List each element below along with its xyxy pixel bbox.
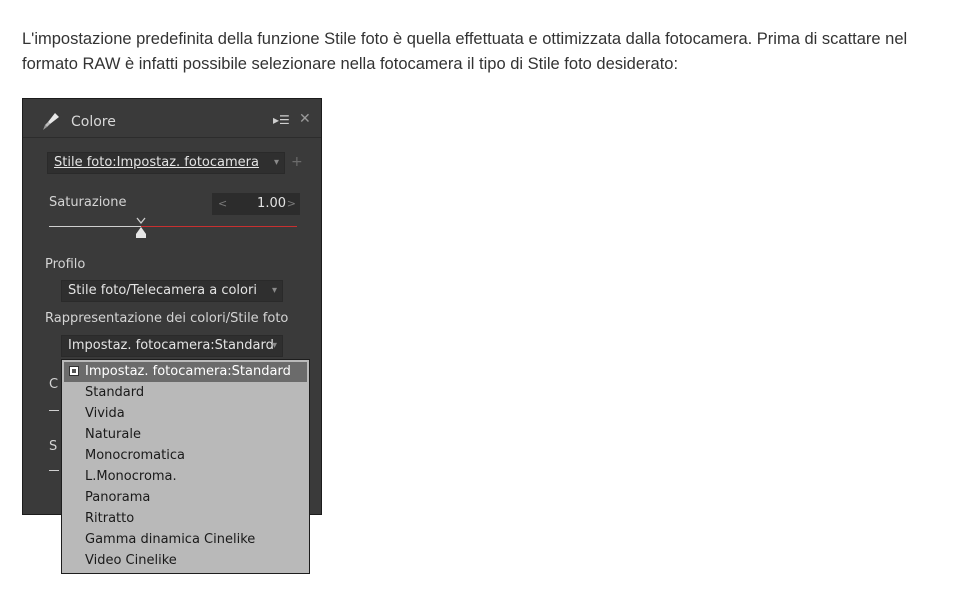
decrement-icon[interactable]: < (218, 193, 227, 215)
add-icon[interactable]: + (291, 154, 303, 170)
dropdown-option[interactable]: Panorama (64, 488, 307, 508)
dropdown-option[interactable]: Naturale (64, 425, 307, 445)
saturation-label: Saturazione (49, 195, 127, 210)
panel-header: Colore ▸☰ ✕ (23, 99, 321, 138)
saturation-value: 1.00 (257, 196, 286, 211)
photo-style-value: Stile foto:Impostaz. fotocamera (54, 155, 259, 170)
close-icon[interactable]: ✕ (299, 111, 311, 127)
brush-icon (43, 113, 59, 130)
hidden-row-label-c: C (49, 377, 59, 392)
hidden-slider-track (49, 470, 59, 471)
photo-style-select[interactable]: Stile foto:Impostaz. fotocamera ▾ (47, 152, 285, 174)
panel-title: Colore (71, 114, 116, 130)
color-repr-select[interactable]: Impostaz. fotocamera:Standard ▾ (61, 335, 283, 357)
chevron-down-icon: ▾ (273, 157, 279, 168)
chevron-down-icon: ▾ (271, 340, 277, 351)
increment-icon[interactable]: > (287, 193, 296, 215)
dropdown-option[interactable]: Impostaz. fotocamera:Standard (64, 362, 307, 382)
hidden-row-label-s: S (49, 439, 58, 454)
dropdown-option[interactable]: Gamma dinamica Cinelike (64, 530, 307, 550)
dropdown-option[interactable]: Video Cinelike (64, 551, 307, 571)
profile-label: Profilo (45, 257, 86, 272)
saturation-slider-track-left[interactable] (49, 226, 141, 227)
photo-style-dropdown-list: Impostaz. fotocamera:Standard Standard V… (61, 359, 310, 574)
slider-thumb-icon[interactable] (134, 217, 148, 239)
checkbox-icon (69, 366, 79, 376)
intro-paragraph: L'impostazione predefinita della funzion… (22, 30, 908, 73)
dropdown-option[interactable]: Vivida (64, 404, 307, 424)
chevron-down-icon: ▾ (271, 285, 277, 296)
dropdown-option[interactable]: Ritratto (64, 509, 307, 529)
color-repr-label: Rappresentazione dei colori/Stile foto (45, 311, 289, 326)
hidden-slider-track (49, 410, 59, 411)
color-repr-value: Impostaz. fotocamera:Standard (68, 338, 274, 353)
profile-value: Stile foto/Telecamera a colori (68, 283, 257, 298)
dropdown-option[interactable]: Monocromatica (64, 446, 307, 466)
saturation-spinbox[interactable]: < 1.00 > (212, 193, 300, 215)
profile-select[interactable]: Stile foto/Telecamera a colori ▾ (61, 280, 283, 302)
dropdown-option[interactable]: Standard (64, 383, 307, 403)
dropdown-option[interactable]: L.Monocroma. (64, 467, 307, 487)
panel-menu-icon[interactable]: ▸☰ (273, 113, 290, 127)
saturation-slider-track-right[interactable] (140, 226, 297, 227)
